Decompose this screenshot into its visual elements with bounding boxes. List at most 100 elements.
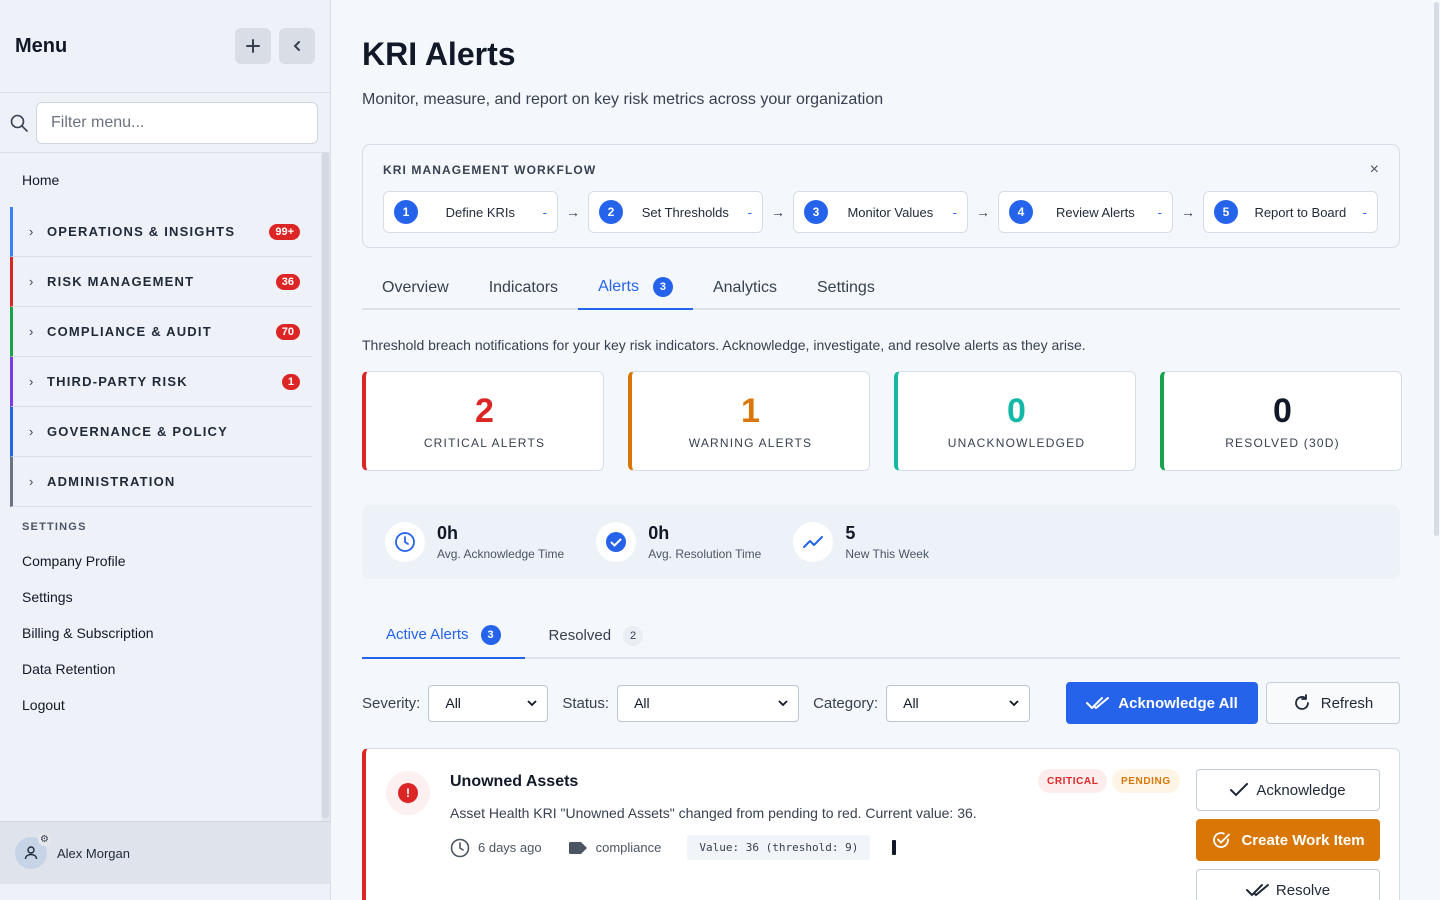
nav-item-company-profile[interactable]: Company Profile: [0, 543, 322, 579]
alert-time: 6 days ago: [450, 838, 542, 858]
nav-item-billing[interactable]: Billing & Subscription: [0, 615, 322, 651]
add-button[interactable]: [235, 28, 271, 64]
alert-meta: 6 days ago compliance Value: 36 (thresho…: [450, 835, 897, 860]
nav-home[interactable]: Home: [0, 153, 322, 207]
tab-label: Resolved: [548, 627, 612, 644]
workflow-step-review[interactable]: 4 Review Alerts -: [998, 191, 1173, 233]
main-scrollbar[interactable]: [1432, 0, 1440, 900]
arrow-right-icon: →: [566, 204, 580, 220]
refresh-button[interactable]: Refresh: [1266, 682, 1400, 724]
stat-card-unacknowledged: 0 UNACKNOWLEDGED: [894, 371, 1136, 471]
tab-label: Active Alerts: [386, 626, 469, 643]
create-work-item-button[interactable]: Create Work Item: [1196, 819, 1380, 861]
stat-cards: 2 CRITICAL ALERTS 1 WARNING ALERTS 0 UNA…: [362, 371, 1402, 471]
step-number: 3: [804, 200, 828, 224]
user-profile[interactable]: ⚙ Alex Morgan: [0, 821, 331, 884]
alert-subtabs: Active Alerts 3 Resolved 2: [362, 612, 1400, 659]
clock-icon: [385, 522, 425, 562]
metric-label: Avg. Resolution Time: [648, 547, 762, 561]
tab-settings[interactable]: Settings: [797, 266, 895, 310]
nav-group-compliance[interactable]: › COMPLIANCE & AUDIT 70: [10, 307, 312, 357]
category-label: Category:: [813, 694, 879, 712]
chevron-down-icon: [1009, 700, 1019, 707]
step-label: Monitor Values: [847, 204, 934, 220]
step-number: 2: [599, 200, 623, 224]
scrollbar-thumb[interactable]: [322, 153, 329, 818]
scrollbar-thumb[interactable]: [1434, 2, 1439, 536]
resolve-button[interactable]: Resolve: [1196, 869, 1380, 900]
step-label: Review Alerts: [1055, 204, 1135, 220]
clock-icon: [450, 838, 470, 857]
chevron-right-icon: ›: [29, 324, 34, 339]
acknowledge-button[interactable]: Acknowledge: [1196, 769, 1380, 811]
select-value: All: [634, 695, 650, 711]
acknowledge-all-button[interactable]: Acknowledge All: [1066, 682, 1258, 724]
tab-count-badge: 3: [652, 277, 673, 297]
tab-overview[interactable]: Overview: [362, 266, 469, 310]
metric-resolution-time: 0h Avg. Resolution Time: [596, 522, 761, 562]
nav-group-operations[interactable]: › OPERATIONS & INSIGHTS 99+: [10, 207, 312, 257]
filter-bar: Severity: All Status: All Category: All …: [362, 682, 1400, 724]
settings-section-header: SETTINGS: [22, 521, 87, 533]
workflow-title: KRI MANAGEMENT WORKFLOW: [383, 163, 597, 177]
workflow-step-report[interactable]: 5 Report to Board -: [1203, 191, 1378, 233]
nav-group-administration[interactable]: › ADMINISTRATION: [10, 457, 312, 507]
chevron-down-icon: [778, 700, 788, 707]
nav-item-logout[interactable]: Logout: [0, 687, 322, 723]
sidebar-scrollbar[interactable]: [321, 153, 330, 821]
exclamation-icon: !: [398, 783, 418, 803]
stat-label: WARNING ALERTS: [688, 436, 813, 450]
alert-category-text: compliance: [595, 840, 662, 855]
metric-value: 5: [845, 523, 856, 543]
nav-group-risk-management[interactable]: › RISK MANAGEMENT 36: [10, 257, 312, 307]
close-icon[interactable]: ×: [1370, 161, 1379, 179]
button-label: Create Work Item: [1241, 831, 1365, 849]
category-select[interactable]: All: [886, 684, 1031, 722]
stat-value: 0: [1007, 392, 1026, 430]
step-status: -: [747, 204, 752, 220]
stat-card-warning: 1 WARNING ALERTS: [628, 371, 870, 471]
filter-menu-input[interactable]: [36, 101, 318, 144]
alerts-description: Threshold breach notifications for your …: [362, 337, 1086, 353]
alert-value-code: Value: 36 (threshold: 9): [687, 835, 871, 860]
tab-indicators[interactable]: Indicators: [469, 266, 578, 310]
chevron-right-icon: ›: [29, 374, 34, 389]
metric-value: 0h: [648, 523, 670, 543]
workflow-panel: KRI MANAGEMENT WORKFLOW × 1 Define KRIs …: [362, 144, 1400, 248]
stat-label: RESOLVED (30D): [1225, 436, 1340, 450]
tab-active-alerts[interactable]: Active Alerts 3: [362, 612, 525, 659]
tab-alerts[interactable]: Alerts 3: [578, 266, 693, 310]
workflow-step-monitor[interactable]: 3 Monitor Values -: [793, 191, 968, 233]
cursor-marker: [892, 840, 897, 855]
step-label: Report to Board: [1254, 204, 1347, 220]
nav-item-settings[interactable]: Settings: [0, 579, 322, 615]
button-label: Acknowledge All: [1118, 694, 1238, 712]
workflow-step-thresholds[interactable]: 2 Set Thresholds -: [588, 191, 763, 233]
arrow-right-icon: →: [976, 204, 990, 220]
alert-card: ! Unowned Assets Asset Health KRI "Unown…: [362, 748, 1400, 900]
step-status: -: [1362, 204, 1367, 220]
double-check-icon: [1245, 884, 1269, 897]
nav-item-data-retention[interactable]: Data Retention: [0, 651, 322, 687]
chevron-left-icon: [293, 41, 300, 51]
status-select[interactable]: All: [617, 684, 800, 722]
tag-icon: [568, 841, 587, 854]
stat-value: 2: [475, 392, 494, 430]
tab-analytics[interactable]: Analytics: [693, 266, 797, 310]
tab-resolved[interactable]: Resolved 2: [525, 612, 668, 659]
nav-group-governance[interactable]: › GOVERNANCE & POLICY: [10, 407, 312, 457]
alert-title: Unowned Assets: [450, 773, 579, 790]
nav-group-third-party[interactable]: › THIRD-PARTY RISK 1: [10, 357, 312, 407]
alert-category: compliance: [568, 840, 662, 855]
double-check-icon: [1086, 697, 1110, 709]
gear-icon: ⚙: [38, 833, 51, 846]
select-value: All: [445, 695, 461, 711]
main-tabs: Overview Indicators Alerts 3 Analytics Se…: [362, 266, 1400, 310]
stat-label: CRITICAL ALERTS: [423, 436, 546, 450]
workflow-step-define[interactable]: 1 Define KRIs -: [383, 191, 558, 233]
collapse-sidebar-button[interactable]: [279, 28, 315, 64]
alert-message: Asset Health KRI "Unowned Assets" change…: [450, 805, 977, 821]
arrow-right-icon: →: [1181, 204, 1195, 220]
status-badge: PENDING: [1112, 769, 1180, 793]
severity-select[interactable]: All: [428, 684, 549, 722]
